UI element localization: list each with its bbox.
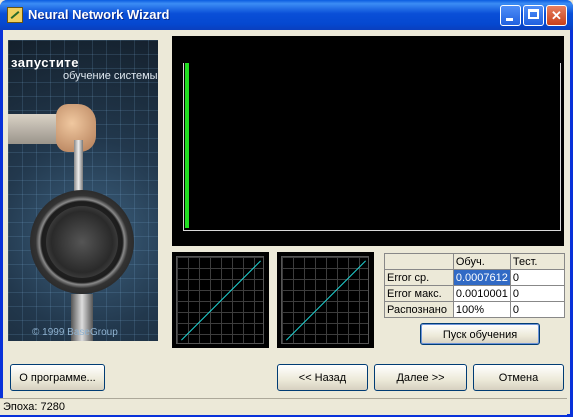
train-scatter-plot — [172, 252, 269, 348]
row-label-recognized: Распознано — [384, 301, 454, 318]
telegraph-face — [46, 206, 118, 278]
error-stats-table: Обуч. Тест. Error ср. 0.0007612 0 Error … — [384, 253, 566, 318]
table-header-row: Обуч. Тест. — [384, 253, 566, 270]
start-training-button[interactable]: Пуск обучения — [420, 323, 540, 345]
maximize-icon — [528, 9, 539, 19]
train-scatter-grid — [176, 256, 264, 344]
table-header-train: Обуч. — [452, 253, 511, 270]
cell-error-max-train[interactable]: 0.0010001 — [452, 285, 511, 302]
cell-error-max-test[interactable]: 0 — [509, 285, 566, 302]
test-diagonal-line — [286, 260, 366, 341]
table-row: Error макс. 0.0010001 0 — [384, 285, 566, 302]
minimize-button[interactable] — [500, 5, 521, 26]
about-button[interactable]: О программе... — [10, 364, 105, 391]
error-plot — [172, 36, 564, 246]
next-button[interactable]: Далее >> — [374, 364, 467, 391]
banner-title: запустите — [11, 55, 79, 70]
row-label-error-avg: Error ср. — [384, 269, 454, 286]
test-scatter-plot — [277, 252, 374, 348]
table-header-test: Тест. — [509, 253, 566, 270]
error-bar — [185, 63, 189, 228]
banner-copyright: © 1999 BaseGroup — [32, 327, 118, 338]
back-button[interactable]: << Назад — [277, 364, 368, 391]
minimize-icon — [506, 18, 513, 21]
close-button[interactable]: ✕ — [546, 5, 567, 26]
train-diagonal-line — [181, 260, 261, 341]
cancel-button[interactable]: Отмена — [473, 364, 564, 391]
window-title: Neural Network Wizard — [28, 7, 170, 22]
status-bar: Эпоха: 7280 — [0, 398, 567, 415]
title-bar[interactable]: Neural Network Wizard ✕ — [0, 0, 573, 30]
table-row: Error ср. 0.0007612 0 — [384, 269, 566, 286]
banner-subtitle: обучение системы — [63, 70, 158, 82]
row-label-error-max: Error макс. — [384, 285, 454, 302]
app-icon — [7, 7, 23, 23]
wizard-banner-image: запустите обучение системы © 1999 BaseGr… — [8, 40, 158, 341]
close-icon: ✕ — [551, 8, 562, 23]
cell-error-avg-train[interactable]: 0.0007612 — [452, 269, 511, 286]
error-plot-area — [183, 63, 561, 231]
epoch-status: Эпоха: 7280 — [3, 401, 65, 413]
cell-error-avg-test[interactable]: 0 — [509, 269, 566, 286]
table-header-cell — [384, 253, 454, 270]
cell-recognized-train[interactable]: 100% — [452, 301, 511, 318]
test-scatter-grid — [281, 256, 369, 344]
cell-recognized-test[interactable]: 0 — [509, 301, 566, 318]
maximize-button[interactable] — [523, 5, 544, 26]
table-row: Распознано 100% 0 — [384, 301, 566, 318]
